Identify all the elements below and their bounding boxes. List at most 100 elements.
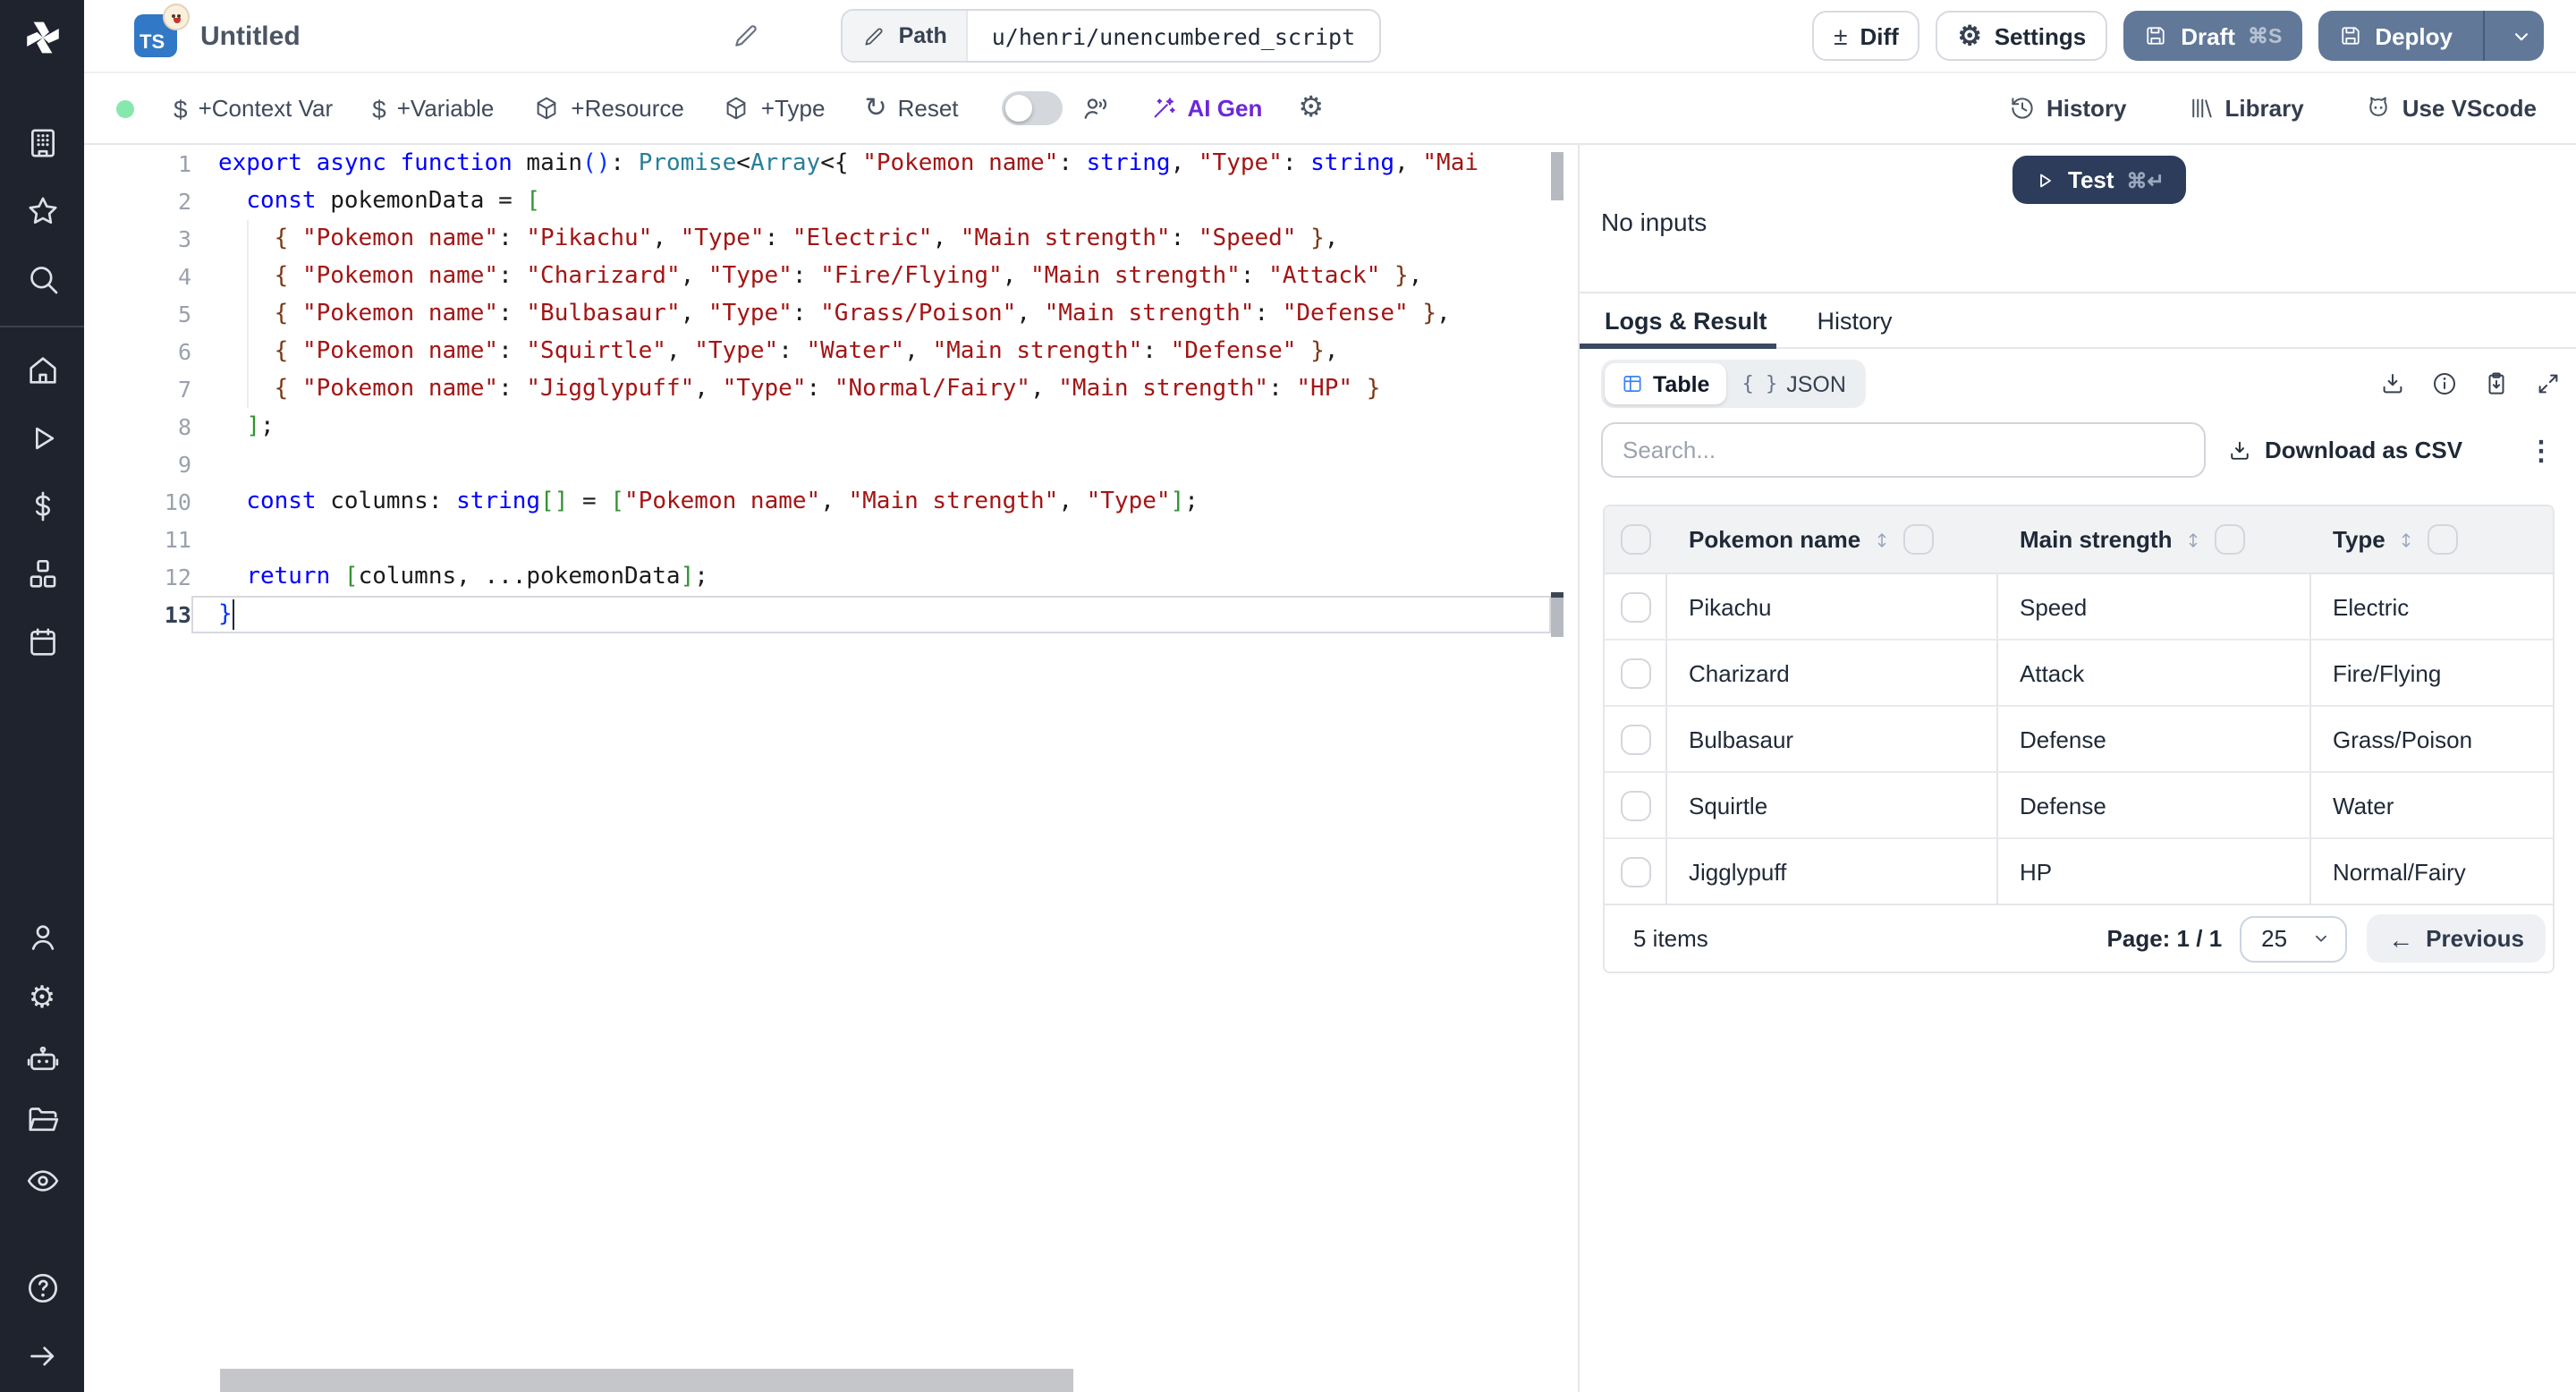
home-icon[interactable] (24, 352, 60, 388)
table-cell: Water (2333, 792, 2394, 819)
table-cell: Charizard (1667, 641, 1998, 705)
deploy-button[interactable]: Deploy (2318, 11, 2544, 61)
page-size-select[interactable]: 25 (2240, 915, 2348, 962)
code-line[interactable]: 12 return [columns, ...pokemonData]; (84, 558, 1551, 596)
table-cell: Bulbasaur (1667, 707, 1998, 771)
code-editor[interactable]: 1 export async function main(): Promise<A… (84, 145, 1578, 1392)
table-row: Bulbasaur Defense Grass/Poison (1605, 707, 2553, 773)
table-cell: Fire/Flying (2333, 659, 2442, 686)
code-line[interactable]: 4 { "Pokemon name": "Charizard", "Type":… (84, 258, 1551, 295)
code-line[interactable]: 10 const columns: string[] = ["Pokemon n… (84, 483, 1551, 521)
folders-icon[interactable] (24, 1102, 60, 1138)
tab-history[interactable]: History (1792, 293, 1918, 348)
more-options-kebab-icon[interactable]: ⋮ (2521, 434, 2562, 466)
code-line[interactable]: 2 const pokemonData = [ (84, 182, 1551, 220)
download-icon[interactable] (2379, 370, 2406, 397)
sort-icon[interactable] (2182, 529, 2204, 550)
resources-cubes-icon[interactable] (24, 556, 60, 592)
gear-icon: ⚙ (1957, 21, 1982, 51)
row-checkbox[interactable] (1620, 658, 1650, 688)
editor-settings-gear-icon[interactable]: ⚙ (1298, 93, 1324, 123)
download-csv-button[interactable]: Download as CSV (2227, 437, 2462, 463)
use-vscode-button[interactable]: Use VScode (2365, 95, 2537, 122)
search-input[interactable] (1601, 422, 2206, 478)
code-line[interactable]: 3 { "Pokemon name": "Pikachu", "Type": "… (84, 220, 1551, 258)
line-number: 7 (177, 376, 191, 403)
code-line[interactable]: 1 export async function main(): Promise<A… (84, 145, 1551, 182)
test-button[interactable]: Test ⌘↵ (2012, 156, 2186, 204)
code-line[interactable]: 7 { "Pokemon name": "Jigglypuff", "Type"… (84, 370, 1551, 408)
tab-logs-result[interactable]: Logs & Result (1580, 293, 1792, 348)
diff-button[interactable]: ± Diff (1812, 11, 1920, 61)
view-toggle-json[interactable]: { } JSON (1725, 363, 1861, 404)
sort-icon[interactable] (2396, 529, 2418, 550)
deploy-dropdown-button[interactable] (2497, 24, 2544, 47)
settings-button[interactable]: ⚙ Settings (1936, 11, 2108, 61)
sort-icon[interactable] (1871, 529, 1893, 550)
code-line[interactable]: 13} (84, 596, 1551, 633)
windmill-logo-icon[interactable] (19, 14, 65, 61)
multiplayer-toggle[interactable] (1001, 91, 1063, 125)
library-button[interactable]: Library (2188, 95, 2304, 122)
audit-eye-icon[interactable] (24, 1163, 60, 1199)
typescript-badge: TS (134, 4, 190, 57)
previous-page-button[interactable]: ← Previous (2367, 914, 2546, 963)
runs-play-icon[interactable] (24, 420, 60, 456)
path-widget[interactable]: Path u/henri/unencumbered_script (841, 9, 1381, 63)
ai-gen-button[interactable]: AI Gen (1150, 95, 1262, 122)
workers-robot-icon[interactable] (24, 1041, 60, 1077)
table-cell: HP (1998, 839, 2311, 904)
code-line[interactable]: 11 (84, 521, 1551, 558)
dollar-icon: $ (174, 94, 188, 123)
line-number: 9 (177, 451, 191, 478)
add-type-button[interactable]: +Type (724, 95, 825, 122)
edit-summary-pencil-icon[interactable] (733, 21, 761, 50)
row-checkbox[interactable] (1620, 856, 1650, 887)
table-cell: Electric (2333, 593, 2410, 620)
row-checkbox[interactable] (1620, 591, 1650, 622)
history-button[interactable]: History (2009, 95, 2127, 122)
wand-icon (1154, 98, 1175, 118)
add-resource-button[interactable]: +Resource (533, 95, 684, 122)
expand-icon[interactable] (2535, 370, 2562, 397)
expand-sidebar-arrow-icon[interactable] (24, 1338, 60, 1374)
favorites-star-icon[interactable] (24, 193, 60, 229)
add-variable-button[interactable]: $ +Variable (372, 94, 494, 123)
table-icon (1623, 376, 1641, 392)
row-checkbox[interactable] (1620, 724, 1650, 754)
column-filter-box[interactable] (1903, 524, 1935, 555)
draft-button[interactable]: Draft ⌘S (2123, 11, 2302, 61)
row-checkbox[interactable] (1620, 790, 1650, 820)
code-line[interactable]: 6 { "Pokemon name": "Squirtle", "Type": … (84, 333, 1551, 370)
editor-overview-ruler[interactable] (1551, 145, 1563, 1392)
save-icon (2341, 27, 2359, 45)
active-tab-underline (1580, 344, 1776, 349)
pencil-icon (866, 27, 884, 45)
select-all-checkbox[interactable] (1621, 524, 1651, 555)
add-context-var-button[interactable]: $ +Context Var (174, 94, 333, 123)
search-icon[interactable] (24, 261, 60, 297)
workspace-icon[interactable] (24, 125, 60, 161)
app-root: ⚙ TS Untitled Path u/henri/unencumbered_… (0, 0, 2576, 1392)
column-filter-box[interactable] (2215, 524, 2246, 555)
table-cell: Defense (1998, 773, 2311, 837)
help-icon[interactable] (24, 1270, 60, 1306)
settings-gear-icon[interactable]: ⚙ (24, 980, 60, 1016)
reset-button[interactable]: ↻ Reset (864, 95, 958, 122)
table-header-row: Pokemon name Main strength Type (1605, 506, 2553, 574)
copy-result-clipboard-icon[interactable] (2483, 370, 2510, 397)
variables-dollar-icon[interactable] (24, 488, 60, 524)
code-lines: 1 export async function main(): Promise<A… (84, 145, 1578, 633)
schedules-calendar-icon[interactable] (24, 624, 60, 660)
view-toggle-table[interactable]: Table (1605, 363, 1726, 404)
code-line[interactable]: 9 (84, 446, 1551, 483)
user-icon[interactable] (24, 920, 60, 955)
column-filter-box[interactable] (2428, 524, 2459, 555)
run-panel: Test ⌘↵ No inputs Logs & Result History … (1578, 145, 2576, 1392)
code-line[interactable]: 5 { "Pokemon name": "Bulbasaur", "Type":… (84, 295, 1551, 333)
horizontal-scrollbar-thumb[interactable] (220, 1369, 1073, 1392)
table-cell: Grass/Poison (2333, 726, 2473, 752)
table-row: Jigglypuff HP Normal/Fairy (1605, 839, 2553, 905)
info-icon[interactable] (2431, 370, 2458, 397)
code-line[interactable]: 8 ]; (84, 408, 1551, 446)
